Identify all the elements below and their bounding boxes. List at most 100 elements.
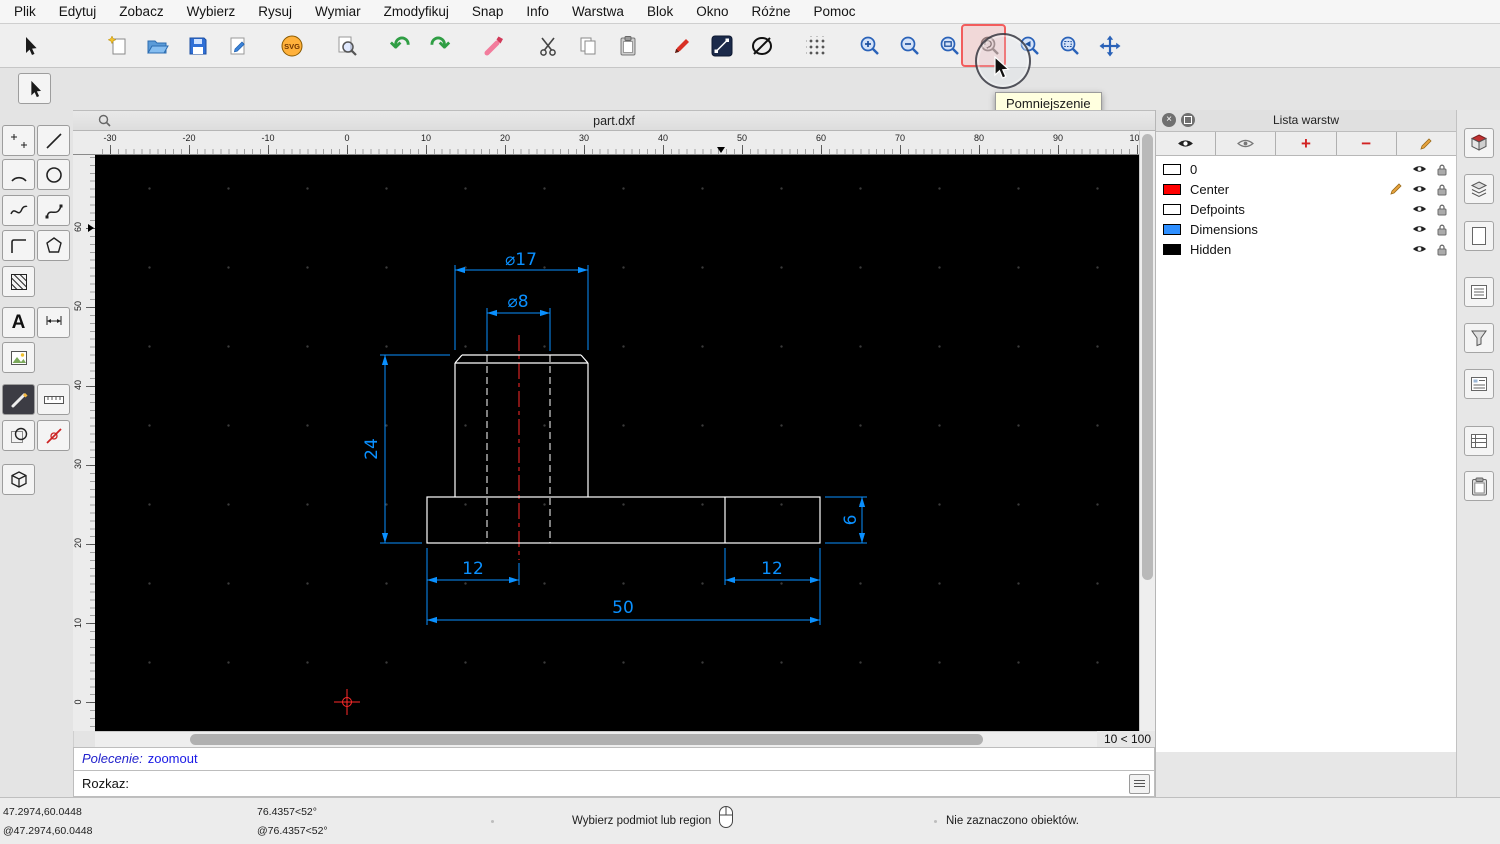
layer-row[interactable]: Hidden [1156, 239, 1456, 259]
selection-attributes-button[interactable] [702, 27, 742, 65]
horizontal-scroll-thumb[interactable] [190, 734, 983, 745]
delete-button[interactable] [474, 27, 514, 65]
menu-blok[interactable]: Blok [647, 4, 673, 19]
circle-tool-button[interactable] [37, 159, 70, 190]
zoom-auto-button[interactable] [930, 27, 970, 65]
menu-pomoc[interactable]: Pomoc [814, 4, 856, 19]
layer-visibility-toggle[interactable] [1412, 164, 1427, 174]
library-panel-button[interactable] [1464, 221, 1494, 251]
layer-list: 0 Center Defpoints Dimensions [1156, 156, 1456, 752]
spline-tool-button[interactable] [37, 195, 70, 226]
command-input[interactable] [135, 775, 1129, 792]
image-tool-button[interactable] [2, 342, 35, 373]
dimension-tool-button[interactable] [37, 307, 70, 338]
menu-warstwa[interactable]: Warstwa [572, 4, 624, 19]
layer-visibility-toggle[interactable] [1412, 224, 1427, 234]
ruler-tool-button[interactable] [37, 384, 70, 415]
zoom-redraw-button[interactable] [970, 27, 1010, 65]
layer-visibility-toggle[interactable] [1412, 184, 1427, 194]
export-svg-button[interactable]: SVG [272, 27, 312, 65]
polygon-tool-icon [44, 236, 64, 256]
menu-zmodyfikuj[interactable]: Zmodyfikuj [384, 4, 449, 19]
open-file-button[interactable] [138, 27, 178, 65]
snap-selection-button[interactable] [18, 73, 51, 104]
line-tool-button[interactable] [37, 125, 70, 156]
vertical-scrollbar[interactable] [1139, 131, 1155, 731]
hruler-label: 40 [648, 133, 678, 143]
layer-lock-toggle[interactable] [1436, 163, 1448, 176]
new-document-button[interactable] [98, 27, 138, 65]
solid-3d-tool-button[interactable] [2, 464, 35, 495]
view-3d-panel-button[interactable] [1464, 128, 1494, 158]
layer-row[interactable]: Defpoints [1156, 199, 1456, 219]
polygon-tool-button[interactable] [37, 230, 70, 261]
remove-layer-button[interactable]: − [1337, 132, 1397, 155]
drawing-canvas[interactable]: ⌀17 ⌀8 24 6 12 12 50 [95, 155, 1139, 731]
hatch-tool-button[interactable] [2, 266, 35, 297]
redo-button[interactable]: ↷ [420, 27, 460, 65]
freehand-tool-button[interactable] [2, 195, 35, 226]
horizontal-scrollbar[interactable] [95, 731, 1097, 747]
layer-visibility-toggle[interactable] [1412, 204, 1427, 214]
print-preview-button[interactable] [326, 27, 366, 65]
hide-all-layers-button[interactable] [1216, 132, 1276, 155]
point-tool-button[interactable] [2, 125, 35, 156]
undo-button[interactable]: ↶ [380, 27, 420, 65]
edit-layer-button[interactable] [1397, 132, 1456, 155]
command-list-panel-button[interactable] [1464, 277, 1494, 307]
document-titlebar[interactable]: part.dxf [73, 110, 1155, 131]
layer-visibility-toggle[interactable] [1412, 244, 1427, 254]
layer-list-panel-button[interactable] [1464, 426, 1494, 456]
zoom-auto-icon [938, 34, 962, 58]
layer-lock-toggle[interactable] [1436, 243, 1448, 256]
show-all-layers-button[interactable] [1156, 132, 1216, 155]
pen-properties-button[interactable] [662, 27, 702, 65]
layer-row[interactable]: Dimensions [1156, 219, 1456, 239]
command-options-button[interactable] [1129, 774, 1150, 794]
minus-icon: − [1361, 134, 1371, 154]
zoom-in-button[interactable] [850, 27, 890, 65]
layer-lock-toggle[interactable] [1436, 203, 1448, 216]
paste-button[interactable] [608, 27, 648, 65]
image-tool-icon [9, 348, 29, 368]
property-panel-button[interactable] [1464, 369, 1494, 399]
polyline-tool-button[interactable] [2, 230, 35, 261]
menu-okno[interactable]: Okno [696, 4, 728, 19]
menu-wybierz[interactable]: Wybierz [187, 4, 236, 19]
cut-button[interactable] [528, 27, 568, 65]
menu-snap[interactable]: Snap [472, 4, 504, 19]
menu-info[interactable]: Info [526, 4, 549, 19]
snap-line-tool-button[interactable] [37, 420, 70, 451]
zoom-pan-button[interactable] [1090, 27, 1130, 65]
zoom-out-button[interactable] [890, 27, 930, 65]
svg-text:SVG: SVG [284, 42, 300, 51]
save-button[interactable] [178, 27, 218, 65]
menu-zobacz[interactable]: Zobacz [119, 4, 163, 19]
clipboard-panel-button[interactable] [1464, 471, 1494, 501]
layer-row[interactable]: Center [1156, 179, 1456, 199]
zoom-window-button[interactable] [1050, 27, 1090, 65]
filter-panel-button[interactable] [1464, 323, 1494, 353]
arc-tool-button[interactable] [2, 159, 35, 190]
hruler-label: 100 [1122, 133, 1139, 143]
layer-lock-toggle[interactable] [1436, 223, 1448, 236]
menu-rysuj[interactable]: Rysuj [258, 4, 292, 19]
grid-toggle-button[interactable] [796, 27, 836, 65]
menu-plik[interactable]: Plik [14, 4, 36, 19]
add-layer-button[interactable]: + [1276, 132, 1336, 155]
vertical-scroll-thumb[interactable] [1142, 134, 1153, 580]
layer-lock-toggle[interactable] [1436, 183, 1448, 196]
measure-tool-button[interactable] [2, 384, 35, 415]
text-tool-button[interactable]: A [2, 307, 35, 338]
zoom-previous-button[interactable] [1010, 27, 1050, 65]
select-pointer-button[interactable] [10, 27, 50, 65]
edit-drawing-button[interactable] [218, 27, 258, 65]
copy-button[interactable] [568, 27, 608, 65]
menu-wymiar[interactable]: Wymiar [315, 4, 361, 19]
isometric-circle-button[interactable] [742, 27, 782, 65]
ellipse-tool-button[interactable] [2, 420, 35, 451]
layer-row[interactable]: 0 [1156, 159, 1456, 179]
block-list-panel-button[interactable] [1464, 174, 1494, 204]
menu-rozne[interactable]: Różne [752, 4, 791, 19]
menu-edytuj[interactable]: Edytuj [59, 4, 97, 19]
